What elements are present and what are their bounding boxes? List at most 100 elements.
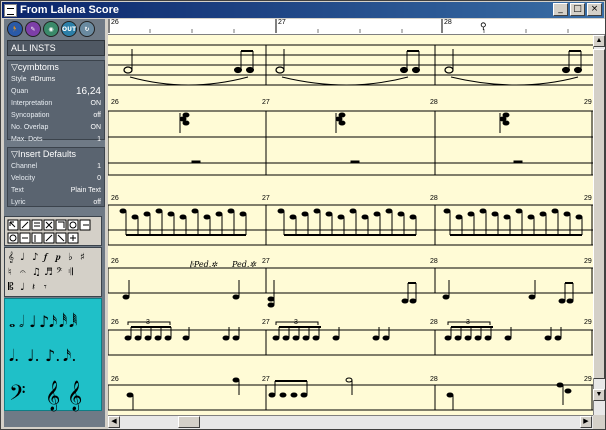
all-insts-selector[interactable]: ALL INSTS (7, 40, 105, 56)
svg-text:♫: ♫ (32, 267, 41, 278)
interpretation-row[interactable]: Interpretation ON (8, 98, 104, 110)
svg-text:♪: ♪ (39, 312, 49, 331)
out-tool-icon[interactable]: OUT (61, 21, 77, 37)
pointer-tool-icon[interactable]: 🏃 (7, 21, 23, 37)
title-bar[interactable]: From Lalena Score _ □ × (2, 2, 604, 18)
note-glyph (539, 211, 547, 217)
note-glyph (301, 211, 309, 217)
note-glyph (372, 335, 380, 341)
note-glyph (313, 208, 321, 214)
note-glyph (484, 335, 492, 341)
svg-text:𝄽: 𝄽 (32, 282, 35, 293)
note-glyph (124, 335, 132, 341)
measure-number: 28 (430, 258, 438, 265)
note-glyph (544, 335, 552, 341)
note-glyph (337, 214, 345, 220)
note-glyph (443, 208, 451, 214)
note-glyph (504, 335, 512, 341)
text-label: Text (11, 187, 24, 194)
note-glyph (182, 335, 190, 341)
channel-row[interactable]: Channel 1 (8, 161, 104, 173)
pedal-mark: Ped.✲ (231, 260, 257, 269)
horizontal-scroll-thumb[interactable] (178, 416, 200, 428)
velocity-row[interactable]: Velocity 0 (8, 173, 104, 185)
svg-text:♩: ♩ (20, 252, 25, 263)
scroll-right-button[interactable]: ▶ (580, 416, 592, 428)
note-glyph (332, 335, 340, 341)
maximize-button[interactable]: □ (570, 3, 585, 16)
quant-value: 16,24 (75, 86, 101, 97)
note-glyph (479, 208, 487, 214)
loop-tool-icon[interactable]: ↻ (79, 21, 95, 37)
svg-text:𝄡: 𝄡 (8, 281, 14, 293)
syncopation-value: off (93, 112, 101, 119)
max-dots-label: Max. Dots (11, 136, 43, 143)
note-glyph (491, 211, 499, 217)
channel-value: 1 (97, 163, 101, 170)
note-glyph (515, 208, 523, 214)
note-glyph (239, 211, 247, 217)
note-glyph (155, 208, 163, 214)
note-glyph (444, 335, 452, 341)
horizontal-scrollbar[interactable]: ◀ ▶ (108, 415, 593, 429)
vertical-scroll-thumb[interactable] (593, 49, 605, 379)
eraser-tool-icon[interactable]: ◉ (43, 21, 59, 37)
svg-text:♬: ♬ (44, 267, 53, 278)
note-glyph (292, 335, 300, 341)
text-row[interactable]: Text Plain Text (8, 185, 104, 197)
locator-marker-icon[interactable]: ⚲ (480, 21, 487, 32)
symbol-palette: 𝄞 ♩ ♪ 𝆑 𝆏 ♭ ♯ ♮ 𝄐 ♫ ♬ 𝄢 𝄇 𝄡 ♩ 𝄽 𝄾 (4, 247, 102, 297)
instrument-header[interactable]: ▽cymbtoms (8, 61, 104, 74)
interpretation-value: ON (90, 100, 102, 107)
ruler-bar-28: 28 (444, 19, 452, 26)
staff-1-notes (123, 49, 582, 86)
svg-text:𝅘𝅥𝅱: 𝅘𝅥𝅱 (69, 312, 77, 331)
scroll-up-button[interactable]: ▲ (593, 35, 605, 47)
note-glyph (227, 208, 235, 214)
vertical-scrollbar[interactable]: ▲ ▼ (593, 35, 605, 415)
svg-text:𝄾: 𝄾 (44, 282, 47, 293)
note-glyph (551, 208, 559, 214)
no-overlap-value: ON (90, 124, 102, 131)
minimize-button[interactable]: _ (553, 3, 568, 16)
close-button[interactable]: × (587, 3, 602, 16)
svg-text:𝅝: 𝅝 (9, 312, 15, 331)
score-area[interactable]: 26 27 28 29 26 27 28 29 26 27 28 29 26 2… (108, 35, 593, 415)
measure-number: 27 (262, 258, 270, 265)
svg-text:♮: ♮ (8, 267, 12, 278)
lyric-row[interactable]: Lyric off (8, 197, 104, 209)
style-row[interactable]: Style #Drums (8, 74, 104, 86)
scroll-left-button[interactable]: ◀ (108, 416, 120, 428)
insert-defaults-panel: ▽Insert Defaults Channel 1 Velocity 0 Te… (7, 147, 105, 207)
max-dots-row[interactable]: Max. Dots 1 (8, 134, 104, 146)
insert-defaults-header[interactable]: ▽Insert Defaults (8, 148, 104, 161)
measure-number: 29 (584, 258, 592, 265)
instrument-panel: ▽cymbtoms Style #Drums Quan 16,24 Interp… (7, 60, 105, 143)
tool-palette-icons[interactable] (5, 217, 103, 247)
quant-row[interactable]: Quan 16,24 (8, 86, 104, 98)
pencil-tool-icon[interactable]: ✎ (25, 21, 41, 37)
score-app-icon (4, 3, 17, 17)
triplet-number: 3 (466, 319, 470, 326)
note-palette-icons[interactable]: 𝅝 𝅗𝅥 ♩ ♪ 𝅘𝅥𝅯 𝅘𝅥𝅰 𝅘𝅥𝅱 𝅘𝅥. ♩. ♪. 𝅘𝅥𝅯. 𝄢 𝄞 … (5, 299, 103, 412)
ruler-bar-26: 26 (111, 19, 119, 26)
note-glyph (361, 214, 369, 220)
note-glyph (302, 335, 310, 341)
max-dots-value: 1 (97, 136, 101, 143)
velocity-label: Velocity (11, 175, 36, 182)
measure-number: 29 (584, 195, 592, 202)
svg-text:𝄇: 𝄇 (68, 267, 73, 278)
note-glyph (397, 211, 405, 217)
bar-ruler[interactable]: 26 27 28 ⚲ (108, 19, 605, 35)
note-glyph (282, 335, 290, 341)
score-staves[interactable]: 26 27 28 29 26 27 28 29 26 27 28 29 26 2… (108, 35, 593, 415)
staff-2-notes (179, 112, 523, 164)
note-glyph (154, 335, 162, 341)
staff-6 (108, 384, 593, 411)
symbol-palette-icons[interactable]: 𝄞 ♩ ♪ 𝆑 𝆏 ♭ ♯ ♮ 𝄐 ♫ ♬ 𝄢 𝄇 𝄡 ♩ 𝄽 𝄾 (5, 248, 103, 298)
triplet-number: 3 (146, 319, 150, 326)
syncopation-row[interactable]: Syncopation off (8, 110, 104, 122)
no-overlap-row[interactable]: No. Overlap ON (8, 122, 104, 134)
note-glyph (144, 335, 152, 341)
scroll-down-button[interactable]: ▼ (593, 389, 605, 401)
